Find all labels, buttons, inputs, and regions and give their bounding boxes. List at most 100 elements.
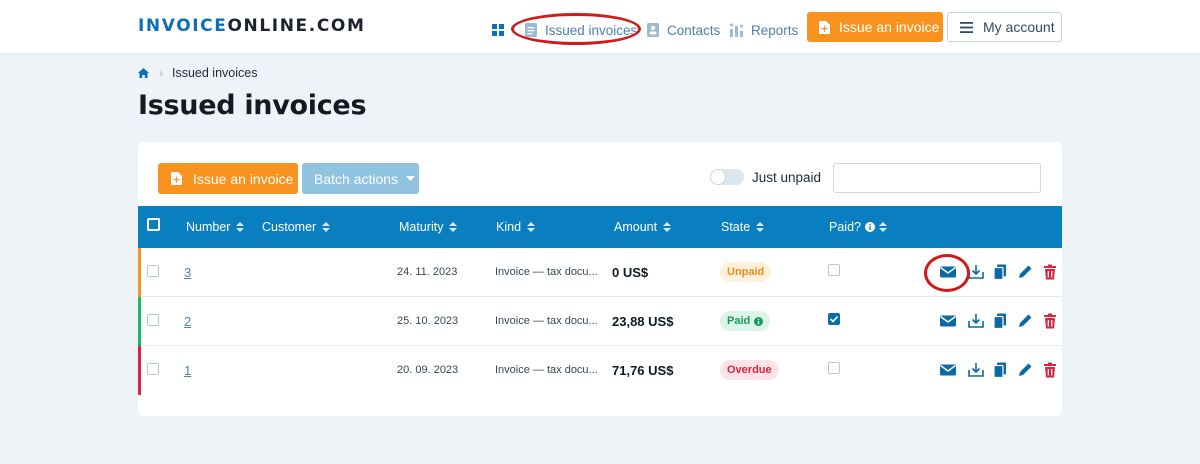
invoice-number-link[interactable]: 3 bbox=[184, 265, 191, 280]
table-row[interactable]: 2 25. 10. 2023 Invoice — tax docu... 23,… bbox=[138, 297, 1062, 346]
maturity-date: 24. 11. 2023 bbox=[397, 266, 458, 278]
info-icon[interactable] bbox=[864, 222, 875, 232]
column-amount[interactable]: Amount bbox=[614, 220, 672, 234]
maturity-date: 20. 09. 2023 bbox=[397, 364, 459, 376]
column-state-label: State bbox=[721, 220, 751, 234]
delete-trash-icon[interactable] bbox=[1041, 312, 1059, 330]
just-unpaid-label: Just unpaid bbox=[752, 170, 822, 185]
my-account-button[interactable]: My account bbox=[947, 12, 1062, 42]
row-checkbox[interactable] bbox=[147, 363, 159, 375]
send-email-icon[interactable] bbox=[939, 312, 957, 330]
grid-icon bbox=[492, 24, 504, 36]
paid-checkbox[interactable] bbox=[828, 362, 840, 374]
row-status-bar bbox=[138, 297, 141, 346]
delete-trash-icon[interactable] bbox=[1041, 361, 1059, 379]
add-document-icon bbox=[171, 172, 182, 185]
edit-pencil-icon[interactable] bbox=[1016, 361, 1034, 379]
sort-icon bbox=[756, 221, 765, 233]
row-status-bar bbox=[138, 346, 141, 395]
batch-actions-button[interactable]: Batch actions bbox=[302, 163, 419, 194]
row-actions bbox=[939, 361, 1059, 379]
nav-reports-label: Reports bbox=[751, 22, 799, 38]
sort-icon bbox=[449, 221, 458, 233]
page-title: Issued invoices bbox=[138, 90, 367, 121]
toggle-knob bbox=[711, 170, 725, 184]
state-badge: Overdue bbox=[720, 360, 779, 380]
sort-icon bbox=[878, 221, 887, 233]
annotation-circle-email bbox=[924, 254, 970, 292]
invoice-amount: 0 US$ bbox=[612, 265, 649, 280]
sort-icon bbox=[322, 221, 331, 233]
sort-icon bbox=[527, 221, 536, 233]
column-state[interactable]: State bbox=[721, 220, 765, 234]
select-all-checkbox[interactable] bbox=[147, 218, 160, 231]
edit-pencil-icon[interactable] bbox=[1016, 263, 1034, 281]
sort-icon bbox=[663, 221, 672, 233]
nav-contacts[interactable]: Contacts bbox=[646, 20, 720, 40]
column-kind-label: Kind bbox=[496, 220, 522, 234]
duplicate-icon[interactable] bbox=[991, 312, 1009, 330]
invoice-amount: 23,88 US$ bbox=[612, 314, 674, 329]
column-amount-label: Amount bbox=[614, 220, 658, 234]
invoice-number-link[interactable]: 1 bbox=[184, 363, 191, 378]
issue-invoice-label: Issue an invoice bbox=[839, 19, 940, 35]
column-kind[interactable]: Kind bbox=[496, 220, 536, 234]
state-badge: Unpaid bbox=[720, 262, 772, 282]
just-unpaid-toggle[interactable] bbox=[710, 169, 744, 185]
annotation-circle-nav bbox=[511, 13, 641, 45]
home-icon[interactable] bbox=[138, 68, 149, 78]
download-icon[interactable] bbox=[967, 312, 985, 330]
batch-actions-label: Batch actions bbox=[314, 170, 399, 187]
logo-part-online: ONLINE.COM bbox=[227, 16, 366, 36]
invoice-number-link[interactable]: 2 bbox=[184, 314, 191, 329]
hamburger-menu-icon bbox=[960, 21, 973, 33]
issue-invoice-button[interactable]: Issue an invoice bbox=[158, 163, 298, 194]
delete-trash-icon[interactable] bbox=[1041, 263, 1059, 281]
top-navigation-bar: INVOICEONLINE.COM Issued invoices Contac… bbox=[0, 0, 1200, 54]
nav-dashboard[interactable] bbox=[492, 20, 504, 40]
sort-icon bbox=[236, 221, 245, 233]
column-number-label: Number bbox=[186, 220, 231, 234]
paid-checkbox[interactable] bbox=[828, 264, 840, 276]
column-paid[interactable]: Paid? bbox=[829, 220, 887, 234]
nav-contacts-label: Contacts bbox=[667, 22, 721, 38]
maturity-date: 25. 10. 2023 bbox=[397, 315, 459, 327]
column-customer[interactable]: Customer bbox=[262, 220, 331, 234]
row-actions bbox=[939, 312, 1059, 330]
download-icon[interactable] bbox=[967, 361, 985, 379]
state-badge: Paid bbox=[720, 311, 771, 331]
state-badge-label: Paid bbox=[727, 315, 751, 327]
info-icon[interactable] bbox=[754, 316, 764, 326]
reports-chart-icon bbox=[730, 23, 743, 37]
issue-invoice-button-label: Issue an invoice bbox=[193, 170, 294, 187]
column-number[interactable]: Number bbox=[186, 220, 245, 234]
paid-checkbox[interactable] bbox=[828, 313, 840, 325]
column-customer-label: Customer bbox=[262, 220, 317, 234]
nav-reports[interactable]: Reports bbox=[730, 20, 798, 40]
search-input[interactable] bbox=[833, 163, 1041, 193]
duplicate-icon[interactable] bbox=[991, 263, 1009, 281]
logo-part-invoice: INVOICE bbox=[138, 16, 228, 36]
table-row[interactable]: 1 20. 09. 2023 Invoice — tax docu... 71,… bbox=[138, 346, 1062, 395]
caret-down-icon bbox=[406, 176, 416, 181]
row-status-bar bbox=[138, 248, 141, 297]
row-checkbox[interactable] bbox=[147, 265, 159, 277]
column-paid-label: Paid? bbox=[829, 220, 861, 234]
edit-pencil-icon[interactable] bbox=[1016, 312, 1034, 330]
checkmark-icon bbox=[829, 315, 839, 323]
column-maturity-label: Maturity bbox=[399, 220, 444, 234]
issue-invoice-button-header[interactable]: Issue an invoice bbox=[807, 12, 943, 42]
invoice-kind: Invoice — tax docu... bbox=[495, 315, 598, 327]
my-account-label: My account bbox=[983, 19, 1055, 35]
column-maturity[interactable]: Maturity bbox=[399, 220, 458, 234]
table-header: Number Customer Maturity Kind Amount Sta… bbox=[138, 206, 1062, 248]
duplicate-icon[interactable] bbox=[991, 361, 1009, 379]
invoices-card: Issue an invoice Batch actions Just unpa… bbox=[138, 142, 1062, 416]
invoice-kind: Invoice — tax docu... bbox=[495, 364, 598, 376]
send-email-icon[interactable] bbox=[939, 361, 957, 379]
breadcrumb-separator: › bbox=[159, 66, 163, 80]
row-checkbox[interactable] bbox=[147, 314, 159, 326]
invoice-kind: Invoice — tax docu... bbox=[495, 266, 598, 278]
logo[interactable]: INVOICEONLINE.COM bbox=[138, 16, 365, 36]
add-document-icon bbox=[819, 20, 830, 34]
